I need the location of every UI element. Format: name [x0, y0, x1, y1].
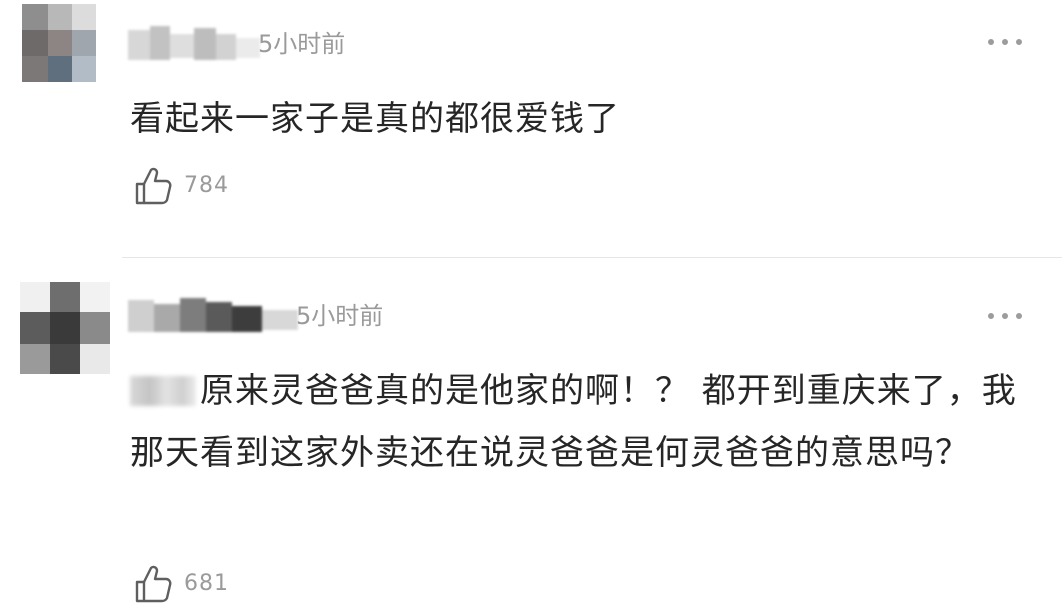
comment-text: 原来灵爸爸真的是他家的啊！？ 都开到重庆来了，我那天看到这家外卖还在说灵爸爸是何… — [130, 360, 1030, 484]
comment-text: 看起来一家子是真的都很爱钱了 — [130, 99, 620, 139]
comment-item: 5小时前 看起来一家子是真的都很爱钱了 784 — [0, 0, 1062, 258]
thumbs-up-icon — [135, 167, 172, 205]
username-obscured[interactable] — [128, 296, 298, 336]
avatar[interactable] — [22, 4, 96, 82]
comment-item: 5小时前 原来灵爸爸真的是他家的啊！？ 都开到重庆来了，我那天看到这家外卖还在说… — [0, 258, 1062, 616]
thumbs-up-icon — [135, 565, 172, 603]
comment-time: 5小时前 — [258, 30, 346, 58]
comment-time: 5小时前 — [296, 302, 384, 330]
username-obscured[interactable] — [128, 24, 260, 64]
more-dots-icon[interactable] — [988, 36, 1028, 48]
like-count: 681 — [184, 571, 229, 596]
mention-obscured — [130, 376, 196, 406]
comment-text-content: 原来灵爸爸真的是他家的啊！？ 都开到重庆来了，我那天看到这家外卖还在说灵爸爸是何… — [130, 371, 1017, 473]
more-dots-icon[interactable] — [988, 310, 1028, 322]
avatar[interactable] — [20, 282, 110, 374]
like-count: 784 — [184, 173, 229, 198]
